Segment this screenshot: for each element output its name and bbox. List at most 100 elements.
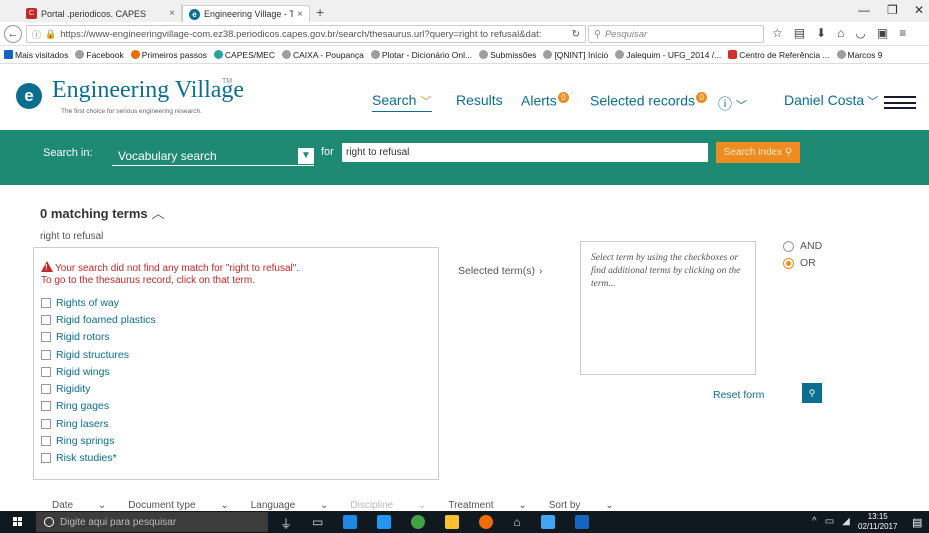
reset-form-link[interactable]: Reset form (713, 389, 764, 401)
term-link[interactable]: Rigid wings (56, 366, 110, 378)
term-link[interactable]: Ring lasers (56, 418, 109, 430)
term-link[interactable]: Rigidity (56, 383, 90, 395)
filter-treatment[interactable]: Treatment ⌄ (448, 500, 526, 511)
radio-circle-selected[interactable] (783, 257, 794, 269)
home-icon[interactable]: ⌂ (837, 26, 844, 40)
nav-search[interactable]: Search ﹀ (372, 92, 432, 112)
bookmark-item[interactable]: Primeiros passos (130, 50, 207, 60)
term-checkbox[interactable] (41, 349, 51, 360)
help-icon[interactable]: ⓘ ﹀ (718, 94, 747, 114)
url-text[interactable]: https://www-engineeringvillage-com.ez38.… (60, 29, 567, 40)
browser-search-field[interactable]: ⚲ Pesquisar (588, 25, 764, 43)
notifications-icon[interactable]: ▤ (912, 516, 922, 529)
bookmark-item[interactable]: Facebook (75, 50, 124, 60)
logo-text[interactable]: Engineering Village (52, 77, 244, 104)
download-icon[interactable]: ⬇ (816, 26, 826, 40)
minimize-icon[interactable]: — (858, 3, 870, 17)
term-checkbox[interactable] (41, 401, 51, 412)
term-checkbox[interactable] (41, 297, 51, 308)
selected-terms-label: Selected term(s) (458, 265, 536, 277)
term-checkbox[interactable] (41, 418, 51, 429)
chevron-down-icon[interactable]: ▼ (298, 148, 314, 164)
term-link[interactable]: Rigid structures (56, 349, 129, 361)
battery-icon[interactable]: ▭ (825, 516, 834, 527)
operator-or-radio[interactable]: OR (783, 257, 816, 269)
reload-icon[interactable]: ↻ (572, 29, 580, 40)
term-checkbox[interactable] (41, 436, 51, 447)
user-name: Daniel Costa (784, 92, 865, 108)
term-link[interactable]: Rigid rotors (56, 331, 110, 343)
menu-icon[interactable]: ≡ (899, 26, 906, 40)
bookmark-item[interactable]: CAPES/MEC (213, 50, 275, 60)
matching-terms-heading[interactable]: 0 matching terms ︿ (40, 203, 165, 222)
task-view-icon[interactable]: ▭ (312, 515, 323, 532)
chevron-up-icon[interactable]: ^ (812, 516, 817, 527)
bookmark-item[interactable]: Jalequim - UFG_2014 /... (615, 50, 721, 60)
term-link[interactable]: Ring springs (56, 435, 114, 447)
bookmark-item[interactable]: Submissões (479, 50, 536, 60)
term-link[interactable]: Rigid foamed plastics (56, 314, 156, 326)
taskbar-search[interactable]: Digite aqui para pesquisar (36, 512, 268, 532)
nav-selected-records[interactable]: Selected records 0 (590, 92, 708, 109)
store-icon[interactable] (445, 515, 460, 529)
bookmark-item[interactable]: Centro de Referência ... (728, 50, 830, 60)
edge-icon[interactable] (343, 515, 358, 529)
term-checkbox[interactable] (41, 366, 51, 377)
reading-list-icon[interactable]: ▤ (794, 26, 805, 40)
bookmark-item[interactable]: Plotar - Dicionário Onl... (370, 50, 472, 60)
microphone-icon[interactable]: ⏚ (280, 515, 292, 532)
file-explorer-icon[interactable] (377, 515, 392, 529)
selected-terms-toggle[interactable]: Selected term(s) › (458, 265, 543, 277)
thesaurus-query-input[interactable] (342, 143, 708, 162)
windows-start-icon[interactable] (13, 517, 23, 527)
address-bar[interactable]: ⓘ 🔒 https://www-engineeringvillage-com.e… (26, 25, 586, 43)
term-checkbox[interactable] (41, 314, 51, 325)
pocket-icon[interactable]: ◡ (855, 26, 865, 40)
search-index-button[interactable]: Search index ⚲ (716, 142, 800, 163)
chrome-icon[interactable] (411, 515, 426, 529)
bookmark-item[interactable]: Mais visitados (4, 50, 68, 60)
word-icon[interactable] (574, 515, 589, 529)
filter-document-type[interactable]: Document type ⌄ (128, 500, 228, 511)
nav-alerts[interactable]: Alerts 0 (521, 92, 569, 109)
hamburger-menu-icon[interactable] (884, 96, 916, 109)
search-submit-button[interactable]: ⚲ (802, 383, 822, 403)
engineering-village-logo-icon[interactable]: e (16, 83, 42, 109)
search-type-select[interactable]: Vocabulary search ▼ (112, 144, 314, 166)
maximize-icon[interactable]: ❐ (887, 3, 898, 17)
back-arrow-icon[interactable]: ← (4, 25, 22, 43)
screenshot-icon[interactable]: ▣ (877, 26, 888, 40)
nav-results[interactable]: Results (456, 92, 503, 108)
bookmark-star-icon[interactable]: ☆ (772, 26, 783, 40)
bookmark-item[interactable]: Marcos 9 (836, 50, 882, 60)
filter-discipline[interactable]: Discipline ⌄ (350, 500, 426, 511)
term-checkbox[interactable] (41, 384, 51, 395)
tab-close-icon[interactable]: × (297, 9, 303, 20)
firefox-icon[interactable] (479, 515, 494, 529)
filter-sort-by[interactable]: Sort by ⌄ (549, 500, 614, 511)
term-link[interactable]: Risk studies* (56, 452, 117, 464)
info-icon[interactable]: ⓘ (32, 28, 41, 41)
list-item: Rigid foamed plastics (41, 311, 156, 328)
list-item: Rights of way (41, 294, 156, 311)
lync-icon[interactable] (540, 515, 555, 529)
tab-capes-portal[interactable]: C Portal .periodicos. CAPES × (20, 5, 182, 22)
term-link[interactable]: Rights of way (56, 297, 119, 309)
new-tab-button[interactable]: + (316, 4, 324, 20)
home-app-icon[interactable]: ⌂ (513, 515, 520, 532)
taskbar-clock[interactable]: 13:15 02/11/2017 (858, 512, 897, 532)
tab-engineering-village[interactable]: e Engineering Village - Thesau × (182, 5, 310, 22)
tab-close-icon[interactable]: × (169, 8, 175, 19)
filter-language[interactable]: Language ⌄ (251, 500, 329, 511)
bookmark-item[interactable]: [QNINT] Início (543, 50, 608, 60)
user-menu[interactable]: Daniel Costa ﹀ (784, 92, 878, 109)
filter-date[interactable]: Date ⌄ (52, 500, 106, 511)
term-link[interactable]: Ring gages (56, 400, 109, 412)
wifi-icon[interactable]: ◢ (842, 516, 850, 527)
bookmark-item[interactable]: CAIXA - Poupança (282, 50, 364, 60)
close-window-icon[interactable]: ✕ (914, 3, 924, 17)
operator-and-radio[interactable]: AND (783, 240, 822, 252)
term-checkbox[interactable] (41, 332, 51, 343)
radio-circle[interactable] (783, 240, 794, 252)
term-checkbox[interactable] (41, 453, 51, 464)
